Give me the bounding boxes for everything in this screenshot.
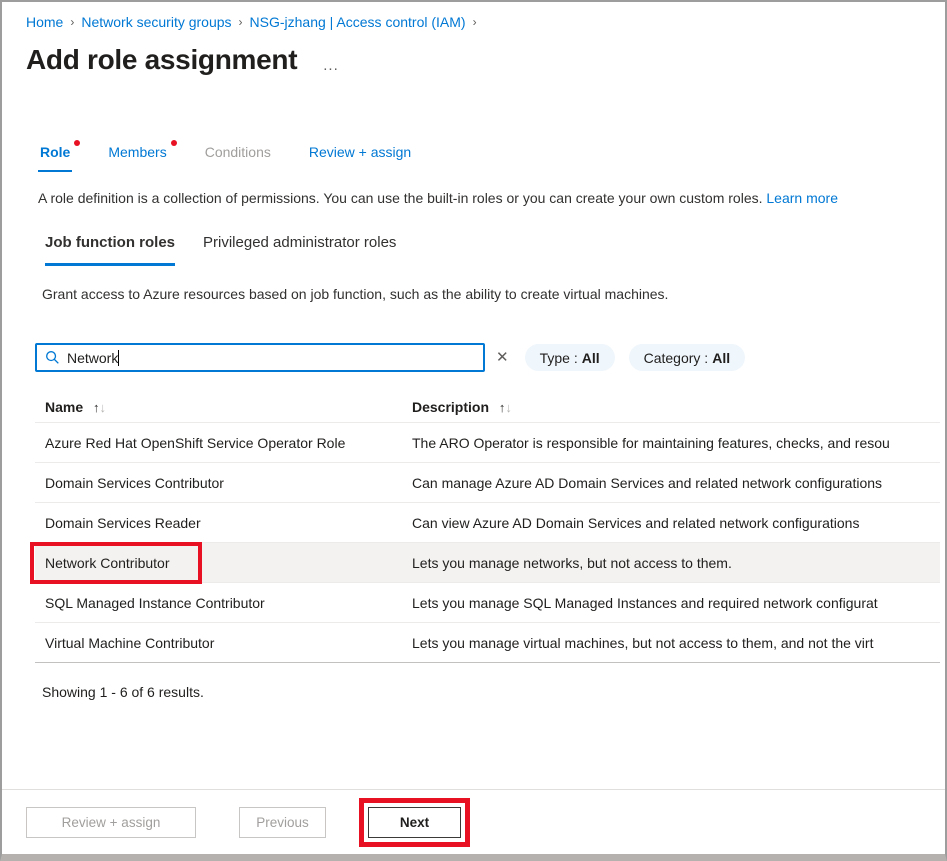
filter-category-value: All	[712, 350, 730, 366]
previous-button[interactable]: Previous	[239, 807, 326, 838]
tab-members[interactable]: Members	[106, 140, 168, 172]
tab-job-function-roles[interactable]: Job function roles	[45, 234, 175, 266]
page-content: Home › Network security groups › NSG-jzh…	[2, 2, 945, 700]
column-header-name[interactable]: Name ↑↓	[35, 399, 402, 415]
role-name: Network Contributor	[35, 555, 402, 571]
column-header-description[interactable]: Description ↑↓	[402, 399, 940, 415]
annotation-box-network-contributor: Network Contributor	[30, 542, 202, 584]
more-options-icon[interactable]: ...	[323, 57, 339, 74]
table-header: Name ↑↓ Description ↑↓	[35, 392, 940, 423]
role-description: Can manage Azure AD Domain Services and …	[402, 475, 940, 491]
tab-privileged-administrator-roles[interactable]: Privileged administrator roles	[203, 234, 396, 266]
role-description: Lets you manage networks, but not access…	[402, 555, 940, 571]
search-filter-row: Network ✕ Type : All Category : All	[35, 343, 945, 372]
text-cursor	[118, 350, 119, 366]
grant-access-description: Grant access to Azure resources based on…	[42, 286, 945, 302]
breadcrumb-network-security-groups[interactable]: Network security groups	[81, 14, 231, 30]
table-row[interactable]: Domain Services Contributor Can manage A…	[35, 463, 940, 503]
filter-category[interactable]: Category : All	[629, 344, 745, 371]
role-description: Can view Azure AD Domain Services and re…	[402, 515, 940, 531]
breadcrumb-separator: ›	[239, 15, 243, 29]
role-name: SQL Managed Instance Contributor	[35, 595, 402, 611]
search-icon	[45, 350, 60, 365]
breadcrumb-separator: ›	[70, 15, 74, 29]
table-row[interactable]: Domain Services Reader Can view Azure AD…	[35, 503, 940, 543]
breadcrumb-home[interactable]: Home	[26, 14, 63, 30]
role-name: Domain Services Contributor	[35, 475, 402, 491]
clear-search-icon[interactable]: ✕	[496, 350, 509, 365]
intro-text: A role definition is a collection of per…	[38, 190, 763, 206]
title-row: Add role assignment ...	[26, 44, 945, 76]
tab-members-label: Members	[108, 144, 166, 160]
breadcrumb: Home › Network security groups › NSG-jzh…	[26, 14, 945, 30]
search-input-value: Network	[67, 350, 118, 366]
sort-desc-icon: ↓	[100, 400, 107, 415]
role-description: Lets you manage virtual machines, but no…	[402, 635, 940, 651]
results-count: Showing 1 - 6 of 6 results.	[42, 684, 945, 700]
role-description: The ARO Operator is responsible for main…	[402, 435, 940, 451]
breadcrumb-nsg-access-control[interactable]: NSG-jzhang | Access control (IAM)	[250, 14, 466, 30]
role-type-tabs: Job function roles Privileged administra…	[45, 234, 945, 266]
roles-table: Name ↑↓ Description ↑↓ Azure Red Hat Ope…	[35, 392, 940, 663]
table-row-network-contributor[interactable]: Network Contributor Lets you manage netw…	[35, 543, 940, 583]
sort-icons: ↑↓	[499, 400, 512, 415]
tab-conditions-label: Conditions	[205, 144, 271, 160]
tab-role-label: Role	[40, 144, 70, 160]
filter-type-label: Type :	[540, 350, 578, 366]
name-header-label: Name	[45, 399, 83, 415]
description-header-label: Description	[412, 399, 489, 415]
wizard-tabs: Role Members Conditions Review + assign	[38, 140, 945, 172]
table-row[interactable]: SQL Managed Instance Contributor Lets yo…	[35, 583, 940, 623]
learn-more-link[interactable]: Learn more	[766, 190, 838, 206]
sort-icons: ↑↓	[93, 400, 106, 415]
tab-review-assign-label: Review + assign	[309, 144, 411, 160]
search-input[interactable]: Network	[35, 343, 485, 372]
review-assign-button[interactable]: Review + assign	[26, 807, 196, 838]
page-title: Add role assignment	[26, 44, 297, 76]
breadcrumb-separator: ›	[473, 15, 477, 29]
tab-role[interactable]: Role	[38, 140, 72, 172]
role-name: Virtual Machine Contributor	[35, 635, 402, 651]
role-name: Domain Services Reader	[35, 515, 402, 531]
filter-type-value: All	[582, 350, 600, 366]
next-button[interactable]: Next	[368, 807, 461, 838]
required-dot-icon	[74, 140, 80, 146]
filter-type[interactable]: Type : All	[525, 344, 615, 371]
role-definition-intro: A role definition is a collection of per…	[38, 190, 945, 206]
tab-review-assign[interactable]: Review + assign	[307, 140, 413, 172]
required-dot-icon	[171, 140, 177, 146]
tab-conditions: Conditions	[203, 140, 273, 172]
role-name: Azure Red Hat OpenShift Service Operator…	[35, 435, 402, 451]
role-name-label: Network Contributor	[45, 555, 170, 571]
table-row[interactable]: Virtual Machine Contributor Lets you man…	[35, 623, 940, 663]
filter-category-label: Category :	[644, 350, 709, 366]
footer-action-bar: Review + assign Previous Next	[2, 789, 945, 854]
role-description: Lets you manage SQL Managed Instances an…	[402, 595, 940, 611]
sort-desc-icon: ↓	[505, 400, 512, 415]
annotation-box-next: Next	[359, 798, 470, 847]
table-row[interactable]: Azure Red Hat OpenShift Service Operator…	[35, 423, 940, 463]
